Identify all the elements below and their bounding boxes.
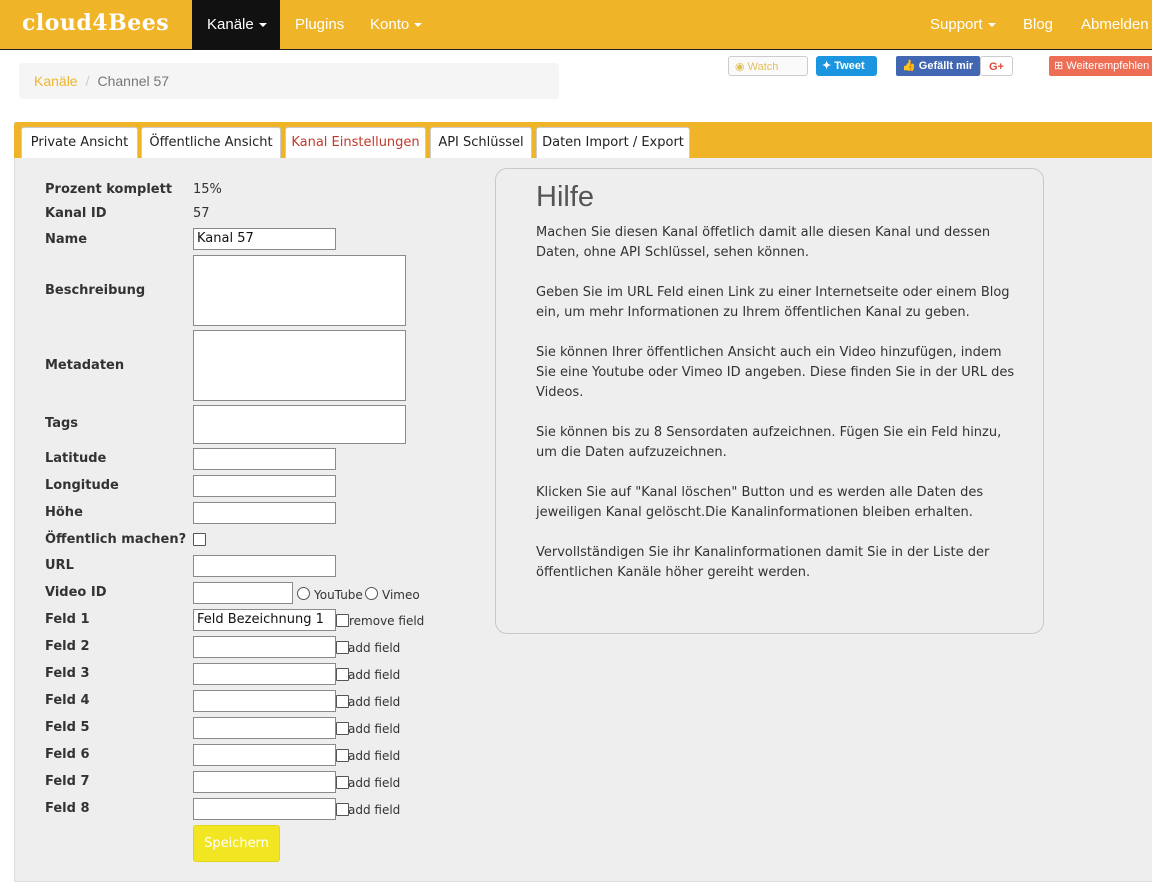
nav-account-dropdown[interactable]: Konto [355,0,437,50]
field-4-action-label: add field [348,695,401,709]
description-label: Beschreibung [45,283,146,298]
brand-logo[interactable]: cloud4Bees [22,10,169,36]
chevron-down-icon [414,23,423,28]
youtube-radio[interactable] [297,587,310,600]
nav-channels-dropdown[interactable]: Kanäle [192,0,280,50]
nav-channels-label: Kanäle [207,16,254,33]
breadcrumb-current: Channel 57 [97,73,170,89]
field-7-action-label: add field [348,776,401,790]
make-public-label: Öffentlich machen? [45,532,187,547]
help-paragraph: Vervollständigen Sie ihr Kanalinformatio… [536,545,990,580]
tags-textarea[interactable] [193,405,406,444]
thumbs-up-icon: 👍 [902,60,916,72]
google-plus-button[interactable]: G+ [980,56,1013,76]
metadata-label: Metadaten [45,358,125,373]
tags-label: Tags [45,416,79,431]
help-paragraph: Geben Sie im URL Feld einen Link zu eine… [536,285,1010,320]
field-2-label: Feld 2 [45,639,90,654]
field-5-action-label: add field [348,722,401,736]
nav-logout[interactable]: Abmelden [1066,0,1152,50]
tab-private-view[interactable]: Private Ansicht [21,127,138,158]
nav-account-label: Konto [370,16,410,33]
make-public-checkbox[interactable] [193,533,206,546]
field-4-label: Feld 4 [45,693,90,708]
tab-api-keys[interactable]: API Schlüssel [430,127,532,158]
breadcrumb: Kanäle / Channel 57 [19,63,559,99]
tweet-label: Tweet [834,60,865,72]
help-paragraph: Klicken Sie auf "Kanal löschen" Button u… [536,485,984,520]
field-8-label: Feld 8 [45,801,90,816]
recommend-label: Weiterempfehlen [1066,60,1150,72]
field-2-input[interactable] [193,636,336,658]
field-8-input[interactable] [193,798,336,820]
save-button[interactable]: Speichern [193,825,280,862]
nav-support-label: Support [930,16,983,33]
chevron-down-icon [987,23,996,28]
field-7-input[interactable] [193,771,336,793]
longitude-label: Longitude [45,478,119,493]
video-id-label: Video ID [45,585,107,600]
tweet-button[interactable]: ✦ Tweet [816,56,877,76]
latitude-input[interactable] [193,448,336,470]
field-1-label: Feld 1 [45,612,90,627]
help-paragraph: Sie können bis zu 8 Sensordaten aufzeich… [536,425,1002,460]
help-title: Hilfe [536,181,595,213]
field-5-label: Feld 5 [45,720,90,735]
field-2-action-label: add field [348,641,401,655]
tab-public-view[interactable]: Öffentliche Ansicht [141,127,281,158]
vimeo-radio[interactable] [365,587,378,600]
longitude-input[interactable] [193,475,336,497]
nav-support-dropdown[interactable]: Support [915,0,1011,50]
field-1-action-label: remove field [349,614,425,628]
description-textarea[interactable] [193,255,406,326]
field-7-label: Feld 7 [45,774,90,789]
breadcrumb-separator: / [85,73,90,89]
chevron-down-icon [258,23,267,28]
name-input[interactable]: Kanal 57 [193,228,336,250]
url-label: URL [45,558,74,573]
field-5-input[interactable] [193,717,336,739]
plus-square-icon: ⊞ [1054,60,1067,72]
help-paragraph: Machen Sie diesen Kanal öffetlich damit … [536,225,991,260]
top-navbar: cloud4Bees Kanäle Plugins Konto Support … [0,0,1152,50]
like-label: Gefällt mir [918,60,974,72]
recommend-button[interactable]: ⊞ Weiterempfehlen [1049,56,1152,76]
watch-label: Watch [747,61,779,73]
tab-channel-settings[interactable]: Kanal Einstellungen [285,127,426,158]
field-8-action-label: add field [348,803,401,817]
field-3-action-label: add field [348,668,401,682]
nav-plugins[interactable]: Plugins [280,0,359,50]
metadata-textarea[interactable] [193,330,406,401]
elevation-input[interactable] [193,502,336,524]
field-4-input[interactable] [193,690,336,712]
vimeo-radio-label: Vimeo [382,588,420,602]
field-6-input[interactable] [193,744,336,766]
youtube-radio-label: YouTube [314,588,363,602]
channel-id-value: 57 [193,206,210,221]
facebook-like-button[interactable]: 👍 Gefällt mir [896,56,980,76]
field-6-label: Feld 6 [45,747,90,762]
twitter-bird-icon: ✦ [822,60,835,72]
eye-icon: ◉ [735,61,748,73]
field-6-action-label: add field [348,749,401,763]
field-3-input[interactable] [193,663,336,685]
latitude-label: Latitude [45,451,107,466]
github-watch-button[interactable]: ◉ Watch [728,56,808,76]
name-label: Name [45,232,88,247]
field-3-label: Feld 3 [45,666,90,681]
breadcrumb-channels-link[interactable]: Kanäle [34,73,78,89]
percent-complete-label: Prozent komplett [45,182,173,197]
percent-complete-value: 15% [193,182,222,197]
channel-id-label: Kanal ID [45,206,107,221]
url-input[interactable] [193,555,336,577]
help-paragraph: Sie können Ihrer öffentlichen Ansicht au… [536,345,1015,400]
field-1-checkbox[interactable] [336,614,349,627]
field-1-input[interactable]: Feld Bezeichnung 1 [193,609,336,631]
video-id-input[interactable] [193,582,293,604]
nav-blog[interactable]: Blog [1008,0,1068,50]
elevation-label: Höhe [45,505,83,520]
tab-data-import-export[interactable]: Daten Import / Export [536,127,690,158]
